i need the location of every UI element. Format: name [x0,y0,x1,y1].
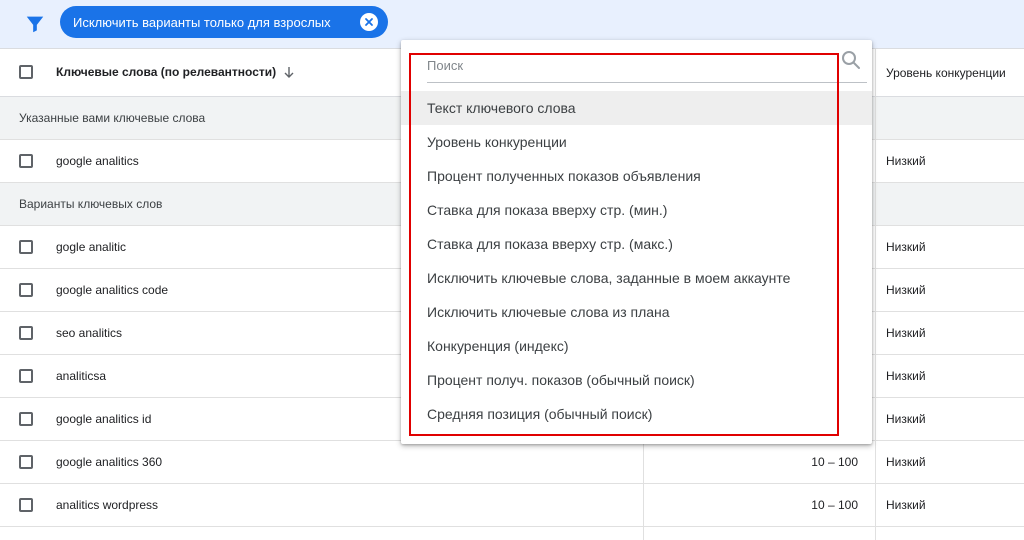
row-checkbox[interactable] [19,412,33,426]
competition-cell: Низкий [886,154,926,168]
table-row: analitics wordpress 10 – 100 Низкий [0,484,1024,527]
row-checkbox[interactable] [19,455,33,469]
row-checkbox[interactable] [19,498,33,512]
option-competition[interactable]: Уровень конкуренции [401,125,872,159]
option-top-bid-min[interactable]: Ставка для показа вверху стр. (мин.) [401,193,872,227]
competition-cell: Низкий [886,455,926,469]
column-divider [875,49,876,540]
option-top-bid-max[interactable]: Ставка для показа вверху стр. (макс.) [401,227,872,261]
column-divider [643,441,644,540]
option-keyword-text[interactable]: Текст ключевого слова [401,91,872,125]
sort-down-icon[interactable] [283,66,295,79]
competition-cell: Низкий [886,240,926,254]
dropdown-option-list: Текст ключевого слова Уровень конкуренци… [401,91,872,431]
competition-column-header[interactable]: Уровень конкуренции [886,66,1006,80]
chip-label: Исключить варианты только для взрослых [73,14,331,30]
option-organic-impression-share[interactable]: Процент получ. показов (обычный поиск) [401,363,872,397]
search-icon[interactable] [841,50,861,70]
section-title: Варианты ключевых слов [19,197,163,211]
option-exclude-plan-keywords[interactable]: Исключить ключевые слова из плана [401,295,872,329]
keyword-cell: analiticsa [56,369,107,383]
competition-cell: Низкий [886,498,926,512]
column-picker-dropdown: Текст ключевого слова Уровень конкуренци… [401,40,872,444]
option-competition-index[interactable]: Конкуренция (индекс) [401,329,872,363]
competition-cell: Низкий [886,412,926,426]
close-icon[interactable] [360,13,378,31]
range-cell: 10 – 100 [811,455,858,469]
keyword-cell: google analitics id [56,412,152,426]
row-checkbox[interactable] [19,154,33,168]
keyword-cell: google analitics 360 [56,455,163,469]
row-checkbox[interactable] [19,240,33,254]
row-checkbox[interactable] [19,369,33,383]
keyword-cell: google analitics [56,154,139,168]
competition-cell: Низкий [886,283,926,297]
section-title: Указанные вами ключевые слова [19,111,206,125]
keyword-cell: gogle analitic [56,240,127,254]
keyword-column-label: Ключевые слова (по релевантности) [56,65,277,79]
keyword-column-header[interactable]: Ключевые слова (по релевантности) [56,65,295,79]
option-exclude-account-keywords[interactable]: Исключить ключевые слова, заданные в мое… [401,261,872,295]
keyword-cell: google analitics code [56,283,169,297]
keyword-cell: analitics wordpress [56,498,159,512]
filter-icon[interactable] [24,13,46,35]
table-row: google analitics 360 10 – 100 Низкий [0,441,1024,484]
keyword-cell: seo analitics [56,326,123,340]
option-organic-average-position[interactable]: Средняя позиция (обычный поиск) [401,397,872,431]
search-input[interactable] [427,52,827,78]
adult-filter-chip[interactable]: Исключить варианты только для взрослых [60,6,388,38]
row-checkbox[interactable] [19,283,33,297]
range-cell: 10 – 100 [811,498,858,512]
row-checkbox[interactable] [19,326,33,340]
dropdown-search [427,46,867,83]
select-all-checkbox[interactable] [19,65,33,79]
competition-cell: Низкий [886,369,926,383]
option-ad-impression-share[interactable]: Процент полученных показов объявления [401,159,872,193]
competition-cell: Низкий [886,326,926,340]
